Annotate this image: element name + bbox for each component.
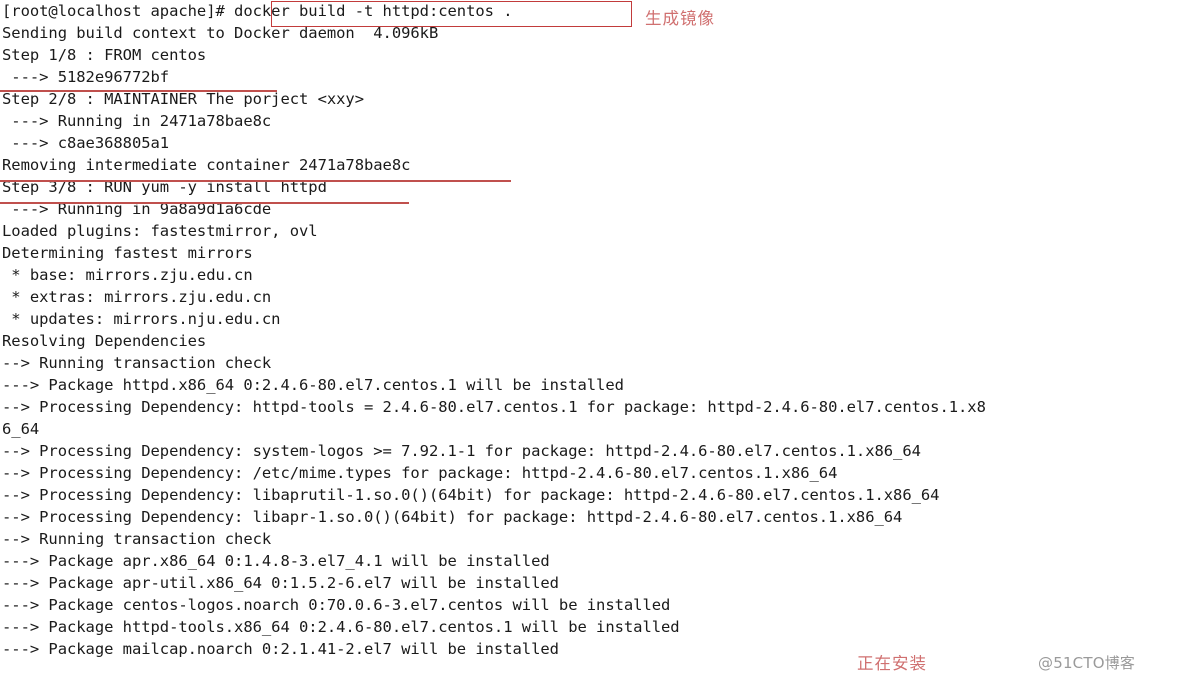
terminal-output[interactable]: [root@localhost apache]# docker build -t… xyxy=(0,0,1184,660)
terminal-line: --> Processing Dependency: httpd-tools =… xyxy=(2,398,986,416)
terminal-line: ---> Package httpd-tools.x86_64 0:2.4.6-… xyxy=(2,618,680,636)
terminal-screenshot: [root@localhost apache]# docker build -t… xyxy=(0,0,1184,682)
terminal-line: Step 1/8 : FROM centos xyxy=(2,46,207,64)
terminal-line: ---> Package apr-util.x86_64 0:1.5.2-6.e… xyxy=(2,574,559,592)
highlight-underline-step3-run xyxy=(0,202,409,204)
terminal-line: --> Processing Dependency: system-logos … xyxy=(2,442,921,460)
terminal-line: * extras: mirrors.zju.edu.cn xyxy=(2,288,272,306)
terminal-line: * base: mirrors.zju.edu.cn xyxy=(2,266,253,284)
terminal-line: Removing intermediate container 2471a78b… xyxy=(2,156,411,174)
terminal-line: ---> Package mailcap.noarch 0:2.1.41-2.e… xyxy=(2,640,559,658)
terminal-line: Resolving Dependencies xyxy=(2,332,207,350)
terminal-line: ---> 5182e96772bf xyxy=(2,68,170,86)
terminal-line: * updates: mirrors.nju.edu.cn xyxy=(2,310,281,328)
terminal-line: ---> Running in 2471a78bae8c xyxy=(2,112,272,130)
annotation-installing: 正在安装 xyxy=(857,654,927,673)
terminal-line: ---> Package centos-logos.noarch 0:70.0.… xyxy=(2,596,671,614)
terminal-line: ---> c8ae368805a1 xyxy=(2,134,170,152)
terminal-line: Loaded plugins: fastestmirror, ovl xyxy=(2,222,318,240)
highlight-underline-removing-container xyxy=(0,180,511,182)
terminal-line: [root@localhost apache]# docker build -t… xyxy=(2,2,513,20)
terminal-line: --> Running transaction check xyxy=(2,354,272,372)
watermark: @51CTO博客 xyxy=(1038,654,1136,672)
terminal-line: Determining fastest mirrors xyxy=(2,244,253,262)
terminal-line: 6_64 xyxy=(2,420,40,438)
highlight-underline-image-id xyxy=(0,90,277,92)
terminal-line: Sending build context to Docker daemon 4… xyxy=(2,24,439,42)
annotation-build-image: 生成镜像 xyxy=(645,9,715,28)
terminal-line: ---> Package httpd.x86_64 0:2.4.6-80.el7… xyxy=(2,376,624,394)
terminal-line: --> Processing Dependency: libapr-1.so.0… xyxy=(2,508,903,526)
terminal-line: --> Processing Dependency: libaprutil-1.… xyxy=(2,486,940,504)
terminal-line: --> Running transaction check xyxy=(2,530,272,548)
terminal-line: ---> Package apr.x86_64 0:1.4.8-3.el7_4.… xyxy=(2,552,550,570)
terminal-line: --> Processing Dependency: /etc/mime.typ… xyxy=(2,464,838,482)
